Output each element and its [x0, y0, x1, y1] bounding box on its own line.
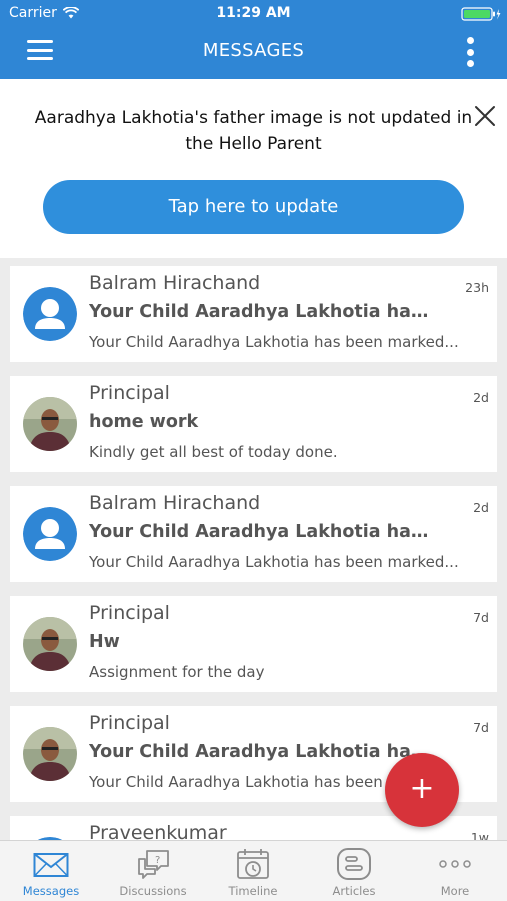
status-time: 11:29 AM	[216, 5, 291, 21]
tab-discussions[interactable]: ? Discussions	[103, 841, 203, 901]
sender-name: Principal	[89, 602, 170, 624]
default-user-icon	[23, 507, 77, 561]
tab-articles[interactable]: Articles	[304, 841, 404, 901]
message-subject: Your Child Aaradhya Lakhotia has b...	[89, 742, 434, 762]
svg-text:?: ?	[155, 855, 160, 866]
ellipsis-icon	[439, 860, 471, 868]
tab-label: Timeline	[228, 884, 278, 898]
message-subject: Your Child Aaradhya Lakhotia has b...	[89, 522, 434, 542]
calendar-clock-icon	[237, 849, 269, 879]
tab-messages[interactable]: Messages	[1, 841, 101, 901]
tab-label: Articles	[332, 884, 376, 898]
default-user-avatar	[23, 287, 77, 341]
compose-fab-button[interactable]: +	[385, 753, 459, 827]
tab-timeline[interactable]: Timeline	[203, 841, 303, 901]
default-user-icon	[23, 287, 77, 341]
sender-photo-avatar	[23, 727, 77, 781]
message-time: 2d	[473, 390, 489, 405]
tab-label: Messages	[22, 884, 80, 898]
message-time: 1w	[470, 830, 489, 840]
tap-to-update-button[interactable]: Tap here to update	[43, 180, 464, 234]
message-card[interactable]: Balram Hirachand 23h Your Child Aaradhya…	[10, 266, 497, 362]
message-time: 7d	[473, 610, 489, 625]
sender-photo-avatar	[23, 617, 77, 671]
message-subject: home work	[89, 412, 199, 432]
chat-bubbles-icon: ?	[138, 850, 169, 879]
update-banner: Aaradhya Lakhotia's father image is not …	[0, 79, 507, 258]
message-time: 2d	[473, 500, 489, 515]
blogger-icon	[337, 848, 371, 880]
tab-more[interactable]: More	[405, 841, 505, 901]
message-list[interactable]: Balram Hirachand 23h Your Child Aaradhya…	[0, 258, 507, 840]
message-subject: Your Child Aaradhya Lakhotia has b...	[89, 302, 434, 322]
page-title: MESSAGES	[202, 40, 305, 61]
sender-name: Balram Hirachand	[89, 272, 261, 294]
close-icon[interactable]	[474, 105, 496, 127]
person-photo-icon	[23, 397, 77, 451]
sender-name: Balram Hirachand	[89, 492, 261, 514]
tab-label: More	[440, 884, 470, 898]
sender-name: Principal	[89, 712, 170, 734]
message-time: 7d	[473, 720, 489, 735]
message-card[interactable]: Balram Hirachand 2d Your Child Aaradhya …	[10, 486, 497, 582]
message-preview: Kindly get all best of today done.	[89, 443, 338, 461]
more-options-icon[interactable]	[466, 37, 474, 67]
message-preview: Your Child Aaradhya Lakhotia has been ma…	[89, 333, 459, 351]
status-bar: Carrier 11:29 AM	[0, 0, 507, 28]
sender-name: Praveenkumar	[89, 822, 227, 840]
top-bar: Carrier 11:29 AM MESSAGES	[0, 0, 507, 79]
message-subject: Hw	[89, 632, 120, 652]
message-card[interactable]: Principal 7d Hw Assignment for the day	[10, 596, 497, 692]
envelope-icon	[33, 853, 69, 877]
banner-message: Aaradhya Lakhotia's father image is not …	[34, 108, 473, 154]
message-preview: Your Child Aaradhya Lakhotia has been ma…	[89, 553, 459, 571]
bottom-tab-bar: Messages ? Discussions Timeline Articles	[0, 840, 507, 901]
message-card[interactable]: Principal 2d home work Kindly get all be…	[10, 376, 497, 472]
sender-name: Principal	[89, 382, 170, 404]
person-photo-icon	[23, 617, 77, 671]
message-preview: Assignment for the day	[89, 663, 265, 681]
default-user-avatar	[23, 507, 77, 561]
person-photo-icon	[23, 727, 77, 781]
tab-label: Discussions	[119, 884, 187, 898]
battery-icon	[461, 7, 501, 21]
message-time: 23h	[465, 280, 489, 295]
sender-photo-avatar	[23, 397, 77, 451]
